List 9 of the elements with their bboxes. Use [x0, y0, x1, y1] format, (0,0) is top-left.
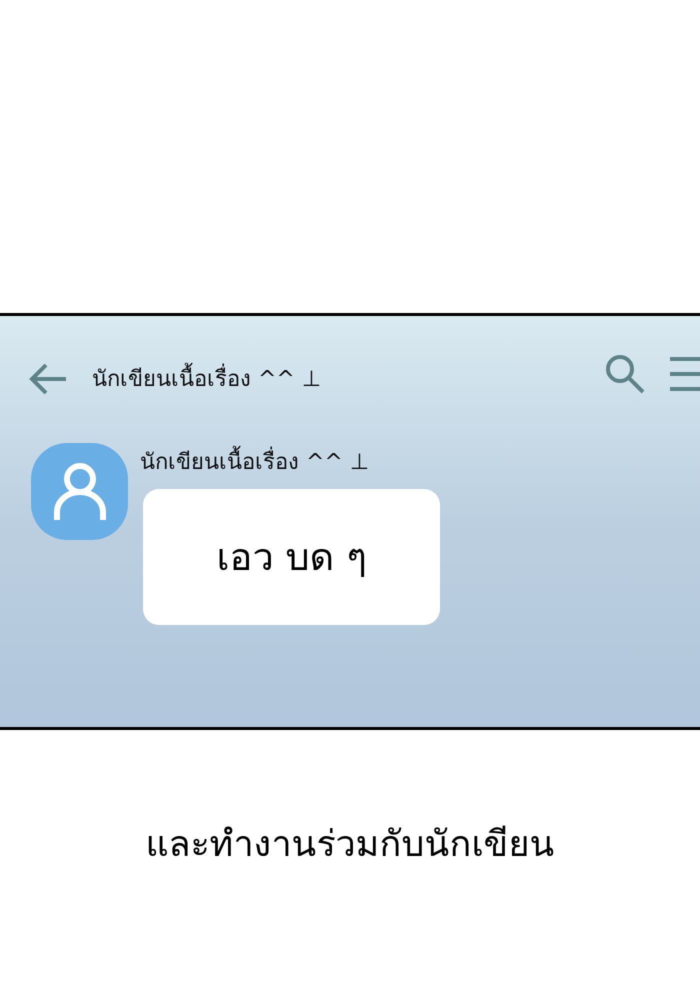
menu-icon[interactable]: [670, 356, 700, 392]
sender-name: นักเขียนเนื้อเรื่อง ^^ ⊥: [140, 446, 440, 479]
back-arrow-icon[interactable]: [28, 362, 68, 396]
caption-text: และทำงานร่วมกับนักเขียน: [146, 823, 554, 867]
avatar[interactable]: [31, 443, 128, 540]
message-text: เอว บด ๆ: [216, 534, 367, 580]
person-icon: [52, 462, 106, 522]
search-icon[interactable]: [604, 353, 646, 395]
chat-title: นักเขียนเนื้อเรื่อง ^^ ⊥: [92, 362, 322, 396]
